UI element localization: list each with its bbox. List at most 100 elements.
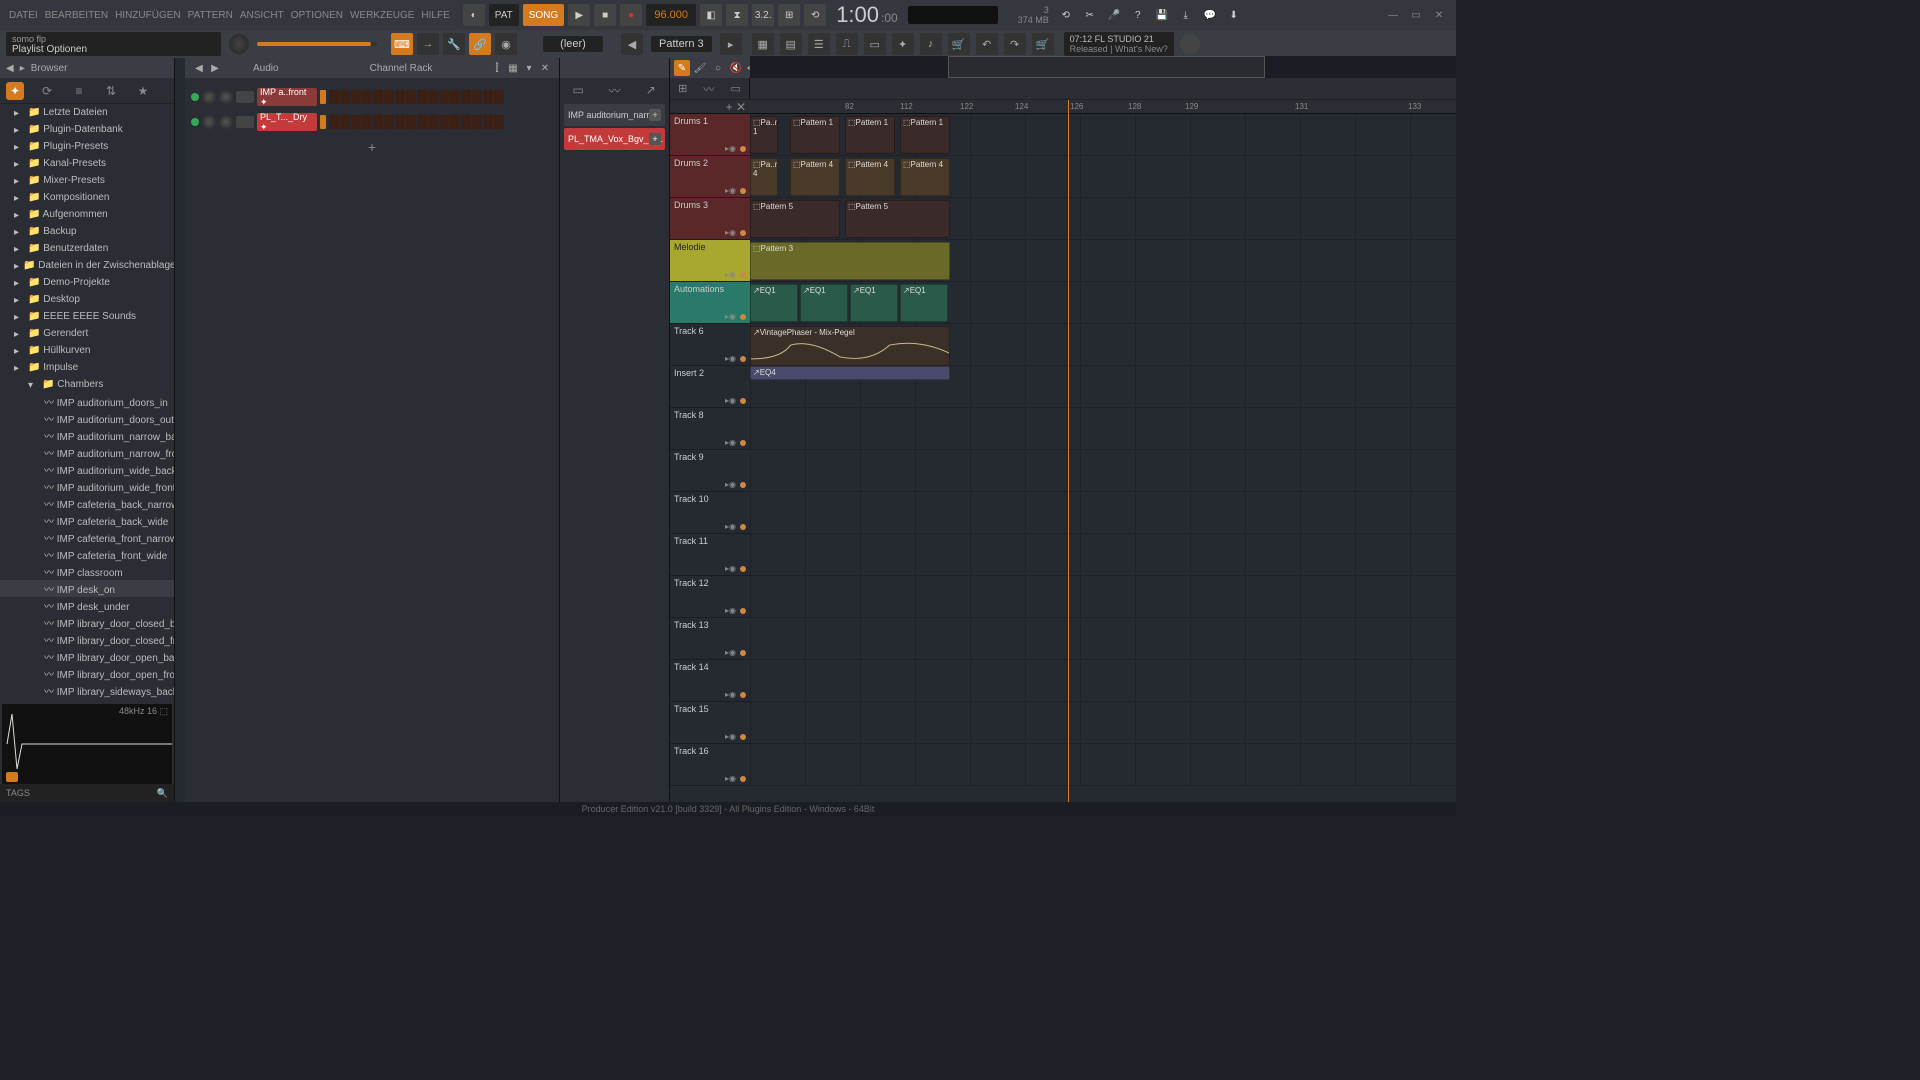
piano-btn[interactable]: ▤ (780, 33, 802, 55)
tree-folder[interactable]: ▸ 📁 Desktop (0, 291, 174, 308)
channel-name[interactable]: IMP a..front ✦ (257, 88, 317, 106)
clip[interactable]: ⬚Pattern 4 (845, 158, 895, 196)
tree-file[interactable]: 〰 IMP auditorium_narrow_front (0, 444, 174, 461)
track-header[interactable]: Drums 2▸◉ (670, 156, 750, 198)
arrow-icon[interactable]: → (417, 33, 439, 55)
resize-handle[interactable] (175, 58, 185, 802)
track-header[interactable]: Track 13▸◉ (670, 618, 750, 660)
tree-file[interactable]: 〰 IMP desk_on (0, 580, 174, 597)
live-icon[interactable]: ◉ (495, 33, 517, 55)
stop-button[interactable]: ■ (594, 4, 616, 26)
chat-icon[interactable]: 💬 (1199, 4, 1221, 26)
picker-item[interactable]: IMP auditorium_narr…+ (564, 104, 665, 126)
minimize-button[interactable]: — (1382, 6, 1404, 24)
playhead[interactable] (1068, 100, 1069, 802)
track-lane[interactable] (750, 408, 1456, 450)
tempo-display[interactable]: 96.000 (646, 4, 696, 26)
timeline-ruler[interactable]: 82112122124126128129131133 (750, 100, 1456, 114)
step[interactable] (428, 115, 438, 129)
track-header[interactable]: Track 16▸◉ (670, 744, 750, 786)
tree-file[interactable]: 〰 IMP library_door_closed_back (0, 614, 174, 631)
step[interactable] (439, 115, 449, 129)
tree-folder[interactable]: ▸ 📁 Plugin-Datenbank (0, 121, 174, 138)
track-header[interactable]: Automations▸◉ (670, 282, 750, 324)
step[interactable] (428, 90, 438, 104)
tree-folder[interactable]: ▸ 📁 Benutzerdaten (0, 240, 174, 257)
step[interactable] (362, 115, 372, 129)
pan-knob[interactable] (202, 90, 216, 104)
draw-tool[interactable]: ✎ (674, 60, 690, 76)
clip[interactable]: ⬚Pattern 5 (845, 200, 950, 238)
browser-sort-icon[interactable]: ⇅ (102, 82, 120, 100)
step[interactable] (384, 90, 394, 104)
browser-refresh-icon[interactable]: ⟳ (38, 82, 56, 100)
paint-tool[interactable]: 🖌 (692, 60, 708, 76)
track-lane[interactable]: ↗VintagePhaser - Mix-Pegel (750, 324, 1456, 366)
vol-knob[interactable] (219, 90, 233, 104)
step[interactable] (351, 115, 361, 129)
next-pattern[interactable]: ▸ (720, 33, 742, 55)
tree-file[interactable]: 〰 IMP auditorium_doors_out (0, 410, 174, 427)
clip[interactable]: ⬚Pattern 5 (750, 200, 840, 238)
track-lane[interactable] (750, 702, 1456, 744)
tree-file[interactable]: 〰 IMP library_sideways_back (0, 682, 174, 699)
step[interactable] (340, 90, 350, 104)
step[interactable] (395, 115, 405, 129)
metronome-icon[interactable]: ◧ (700, 4, 722, 26)
time-counter[interactable]: 1:00:00 (836, 2, 898, 28)
link-icon[interactable]: 🔗 (469, 33, 491, 55)
track-lane[interactable] (750, 618, 1456, 660)
tree-file[interactable]: 〰 IMP auditorium_wide_back (0, 461, 174, 478)
clip[interactable]: ⬚Pattern 1 (900, 116, 950, 154)
tree-file[interactable]: 〰 IMP library_door_open_front (0, 665, 174, 682)
picker-auto-icon[interactable]: ↗ (642, 81, 660, 99)
browser-add-button[interactable]: ✦ (6, 82, 24, 100)
tree-file[interactable]: 〰 IMP library_door_open_back (0, 648, 174, 665)
track-lane[interactable]: ⬚Pattern 5⬚Pattern 5 (750, 198, 1456, 240)
menu-pattern[interactable]: PATTERN (185, 10, 236, 21)
browser-btn[interactable]: ▭ (864, 33, 886, 55)
master-volume-slider[interactable] (257, 42, 377, 46)
clip[interactable]: ↗EQ4 (750, 366, 950, 380)
channel-led[interactable] (191, 118, 199, 126)
step[interactable] (351, 90, 361, 104)
track-lane[interactable]: ⬚Pa..n 4⬚Pattern 4⬚Pattern 4⬚Pattern 4 (750, 156, 1456, 198)
mute-tool[interactable]: 🔇 (728, 60, 744, 76)
step[interactable] (329, 90, 339, 104)
master-pitch-knob[interactable] (229, 34, 249, 54)
track-lanes[interactable]: 82112122124126128129131133 ⬚Pa..n 1⬚Patt… (750, 100, 1456, 802)
tree-file[interactable]: 〰 IMP cafeteria_back_wide (0, 512, 174, 529)
step[interactable] (450, 115, 460, 129)
tree-file[interactable]: 〰 IMP auditorium_narrow_back (0, 427, 174, 444)
clip[interactable]: ↗EQ1 (850, 284, 898, 322)
help-icon[interactable]: ? (1127, 4, 1149, 26)
track-lane[interactable]: ⬚Pa..n 1⬚Pattern 1⬚Pattern 1⬚Pattern 1 (750, 114, 1456, 156)
menu-optionen[interactable]: OPTIONEN (288, 10, 346, 21)
track-header[interactable]: Drums 1▸◉ (670, 114, 750, 156)
studio-info[interactable]: 07:12 FL STUDIO 21 Released | What's New… (1064, 32, 1174, 56)
play-button[interactable]: ▶ (568, 4, 590, 26)
step[interactable] (406, 90, 416, 104)
track-lane[interactable] (750, 576, 1456, 618)
step[interactable] (494, 115, 504, 129)
cr-group[interactable]: Audio (253, 63, 313, 74)
search-icon[interactable]: 🔍 (157, 788, 168, 799)
tree-file[interactable]: 〰 IMP auditorium_wide_front (0, 478, 174, 495)
track-header[interactable]: Track 9▸◉ (670, 450, 750, 492)
tree-folder[interactable]: ▸ 📁 Plugin-Presets (0, 138, 174, 155)
wrench-icon[interactable]: 🔧 (443, 33, 465, 55)
mixer-btn[interactable]: ⎍ (836, 33, 858, 55)
tree-file[interactable]: 〰 IMP cafeteria_back_narrow (0, 495, 174, 512)
tempo-btn[interactable]: ♪ (920, 33, 942, 55)
mute-button[interactable] (236, 116, 254, 128)
close-button[interactable]: ✕ (1428, 6, 1450, 24)
tree-folder[interactable]: ▸ 📁 Impulse (0, 359, 174, 376)
track-lane[interactable] (750, 450, 1456, 492)
play-preview-button[interactable] (6, 772, 18, 782)
track-lane[interactable] (750, 744, 1456, 786)
track-lane[interactable] (750, 534, 1456, 576)
shop-btn[interactable]: 🛒 (948, 33, 970, 55)
countdown-icon[interactable]: 3.2. (752, 4, 774, 26)
clip[interactable]: ↗VintagePhaser - Mix-Pegel (750, 326, 950, 366)
snap-selector[interactable]: (leer) (543, 36, 603, 52)
